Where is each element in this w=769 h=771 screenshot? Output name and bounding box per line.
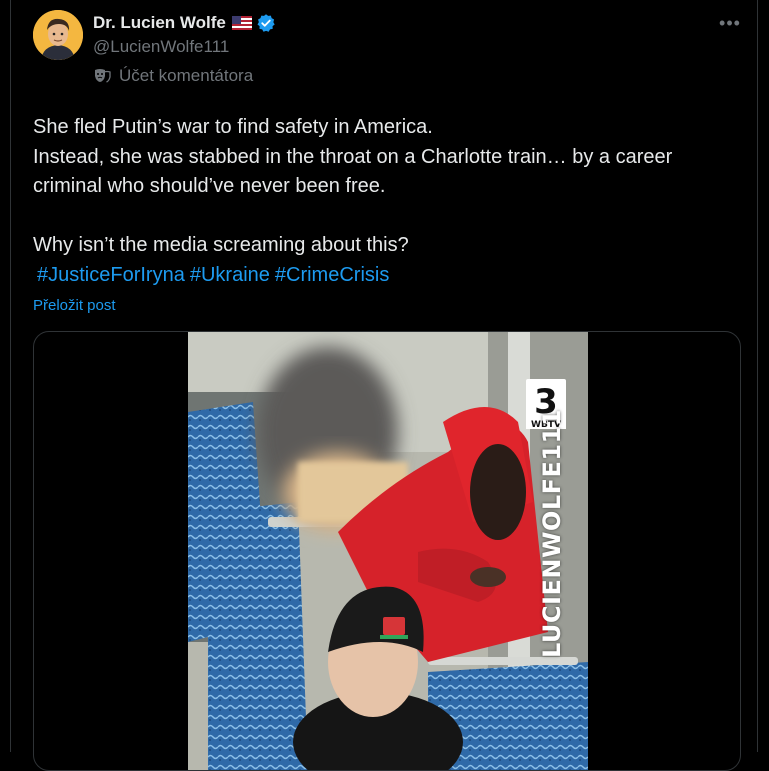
post-text-line: criminal who should’ve never been free. (33, 175, 386, 197)
hashtag-link[interactable]: #Ukraine (190, 264, 270, 286)
account-label-text: Účet komentátora (119, 66, 254, 85)
author-name-row[interactable]: Dr. Lucien Wolfe (93, 12, 276, 34)
author-handle[interactable]: @LucienWolfe111 (93, 37, 229, 57)
video-watermark: LUCIENWOLFE111 (538, 408, 566, 658)
hashtag-row: #JusticeForIryna #Ukraine #CrimeCrisis (33, 261, 743, 291)
account-label-row: Účet komentátora (93, 66, 253, 86)
more-options-button[interactable]: ••• (713, 8, 747, 38)
theater-mask-icon (93, 67, 111, 85)
author-avatar[interactable] (33, 10, 83, 60)
hashtag-link[interactable]: #JusticeForIryna (37, 264, 185, 286)
post-text-line: Instead, she was stabbed in the throat o… (33, 145, 673, 168)
hashtag-link[interactable]: #CrimeCrisis (275, 264, 389, 286)
post-body: She fled Putin’s war to find safety in A… (33, 113, 743, 290)
paragraph-break (33, 202, 743, 232)
us-flag-icon (231, 16, 252, 30)
avatar-illustration (33, 10, 83, 60)
post-text-line: Why isn’t the media screaming about this… (33, 234, 409, 256)
post-text-line: She fled Putin’s war to find safety in A… (33, 116, 433, 138)
author-display-name[interactable]: Dr. Lucien Wolfe (93, 13, 226, 33)
media-container[interactable] (33, 331, 741, 771)
verified-badge-icon[interactable] (256, 13, 276, 33)
translate-post-link[interactable]: Přeložit post (33, 297, 116, 314)
